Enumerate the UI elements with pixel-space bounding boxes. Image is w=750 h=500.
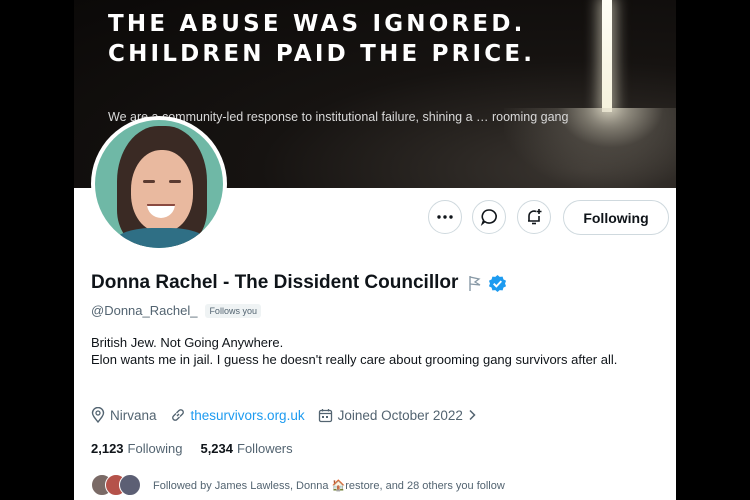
chevron-right-icon [469, 409, 476, 421]
following-stat-label: Following [127, 441, 183, 456]
followers-stat[interactable]: 5,234 Followers [200, 441, 292, 456]
followers-count: 5,234 [200, 441, 234, 456]
verified-badge-icon[interactable] [488, 274, 507, 293]
handle-row: @Donna_Rachel_ Follows you [91, 303, 261, 318]
following-count: 2,123 [91, 441, 124, 456]
calendar-icon [318, 408, 332, 422]
more-button[interactable] [428, 200, 462, 234]
notify-button[interactable] [517, 200, 551, 234]
profile-bio: British Jew. Not Going Anywhere. Elon wa… [91, 334, 661, 368]
follows-you-badge: Follows you [205, 303, 261, 318]
follow-stats: 2,123 Following 5,234 Followers [91, 441, 311, 456]
website-item[interactable]: thesurvivors.org.uk [170, 407, 305, 423]
door-light [602, 0, 612, 112]
joined-text: Joined October 2022 [337, 407, 463, 423]
profile-actions: Following [74, 200, 676, 236]
location-text: Nirvana [110, 407, 157, 423]
ellipsis-icon [437, 215, 453, 219]
profile-meta: Nirvana thesurvivors.org.uk Joined Octob… [91, 407, 495, 423]
profile-name-row: Donna Rachel - The Dissident Councillor [91, 272, 507, 294]
profile-screenshot: THE ABUSE WAS IGNORED. CHILDREN PAID THE… [74, 0, 676, 500]
message-button[interactable] [472, 200, 506, 234]
bio-line-2: Elon wants me in jail. I guess he doesn'… [91, 352, 618, 367]
follower-avatar [119, 474, 141, 496]
username-handle: @Donna_Rachel_ [91, 303, 198, 318]
message-bubble-icon [480, 209, 497, 226]
following-stat[interactable]: 2,123 Following [91, 441, 182, 456]
bell-plus-icon [528, 209, 542, 225]
bio-line-1: British Jew. Not Going Anywhere. [91, 335, 284, 350]
link-icon [171, 409, 184, 421]
joined-item[interactable]: Joined October 2022 [318, 408, 482, 423]
following-button[interactable]: Following [563, 200, 669, 235]
followed-by-text: Followed by James Lawless, Donna 🏠restor… [153, 479, 505, 492]
banner-headline: THE ABUSE WAS IGNORED. CHILDREN PAID THE… [108, 11, 536, 67]
location-pin-icon [91, 407, 105, 423]
followers-stat-label: Followers [237, 441, 293, 456]
website-link[interactable]: thesurvivors.org.uk [191, 408, 305, 423]
followed-by-row[interactable]: Followed by James Lawless, Donna 🏠restor… [91, 474, 505, 496]
display-name: Donna Rachel - The Dissident Councillor [91, 272, 459, 293]
flag-emoji-icon [469, 276, 481, 291]
location-item: Nirvana [91, 407, 157, 423]
follower-avatars [91, 474, 143, 496]
